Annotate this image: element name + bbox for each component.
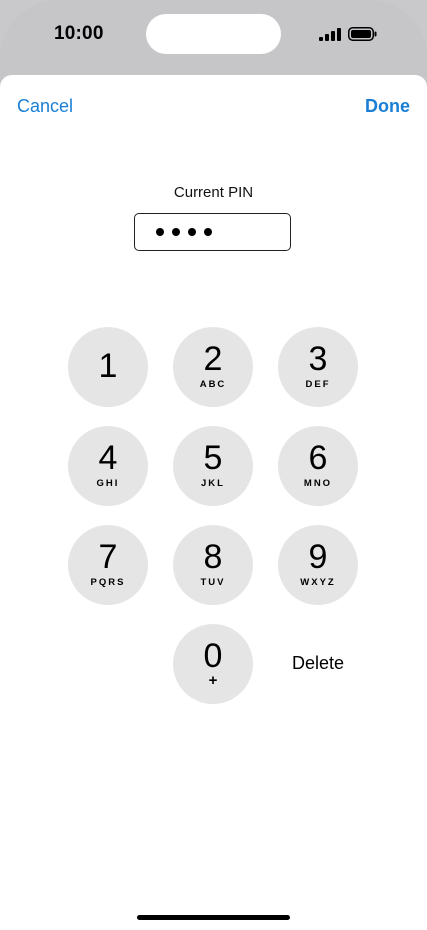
home-indicator	[137, 915, 290, 920]
keypad-key-1[interactable]: 1	[68, 327, 148, 407]
status-time: 10:00	[54, 23, 104, 44]
key-digit: 4	[98, 439, 118, 477]
dynamic-island	[146, 14, 281, 54]
keypad-key-5[interactable]: 5 JKL	[173, 426, 253, 506]
pin-dot	[188, 228, 196, 236]
delete-button[interactable]: Delete	[278, 653, 358, 674]
keypad-key-3[interactable]: 3 DEF	[278, 327, 358, 407]
key-digit: 2	[203, 340, 223, 378]
keypad-key-7[interactable]: 7 PQRS	[68, 525, 148, 605]
keypad-key-2[interactable]: 2 ABC	[173, 327, 253, 407]
key-letters: WXYZ	[300, 577, 336, 588]
key-digit: 1	[98, 347, 118, 385]
key-letters: DEF	[305, 379, 331, 390]
keypad-key-4[interactable]: 4 GHI	[68, 426, 148, 506]
pin-label: Current PIN	[173, 184, 254, 201]
key-letters: ABC	[199, 379, 227, 390]
key-digit: 6	[308, 439, 328, 477]
key-letters: TUV	[200, 577, 226, 588]
key-digit: 9	[308, 538, 328, 576]
done-button[interactable]: Done	[365, 96, 410, 117]
key-digit: 0	[203, 637, 223, 675]
key-letters: MNO	[303, 478, 333, 489]
key-digit: 5	[203, 439, 223, 477]
pin-dot	[156, 228, 164, 236]
pin-dot	[172, 228, 180, 236]
key-digit: 8	[203, 538, 223, 576]
battery-icon	[348, 27, 377, 41]
keypad-key-0[interactable]: 0 +	[173, 624, 253, 704]
pin-entry-sheet: Cancel Done Current PIN 1 2 ABC 3 DEF 4 …	[0, 75, 427, 930]
keypad-key-8[interactable]: 8 TUV	[173, 525, 253, 605]
key-digit: 3	[308, 340, 328, 378]
cancel-button[interactable]: Cancel	[17, 96, 73, 117]
key-letters: GHI	[96, 478, 120, 489]
pin-dot	[204, 228, 212, 236]
key-letters: JKL	[201, 478, 225, 489]
cellular-signal-icon	[319, 28, 341, 41]
key-letters: PQRS	[90, 577, 126, 588]
key-digit: 7	[98, 538, 118, 576]
device-screen: 10:00 Cancel Done Current PIN 1 2 ABC 3	[0, 0, 427, 930]
pin-input-field[interactable]	[134, 213, 291, 251]
status-bar: 10:00	[0, 0, 427, 72]
keypad-key-9[interactable]: 9 WXYZ	[278, 525, 358, 605]
key-plus: +	[208, 672, 218, 689]
keypad-key-6[interactable]: 6 MNO	[278, 426, 358, 506]
